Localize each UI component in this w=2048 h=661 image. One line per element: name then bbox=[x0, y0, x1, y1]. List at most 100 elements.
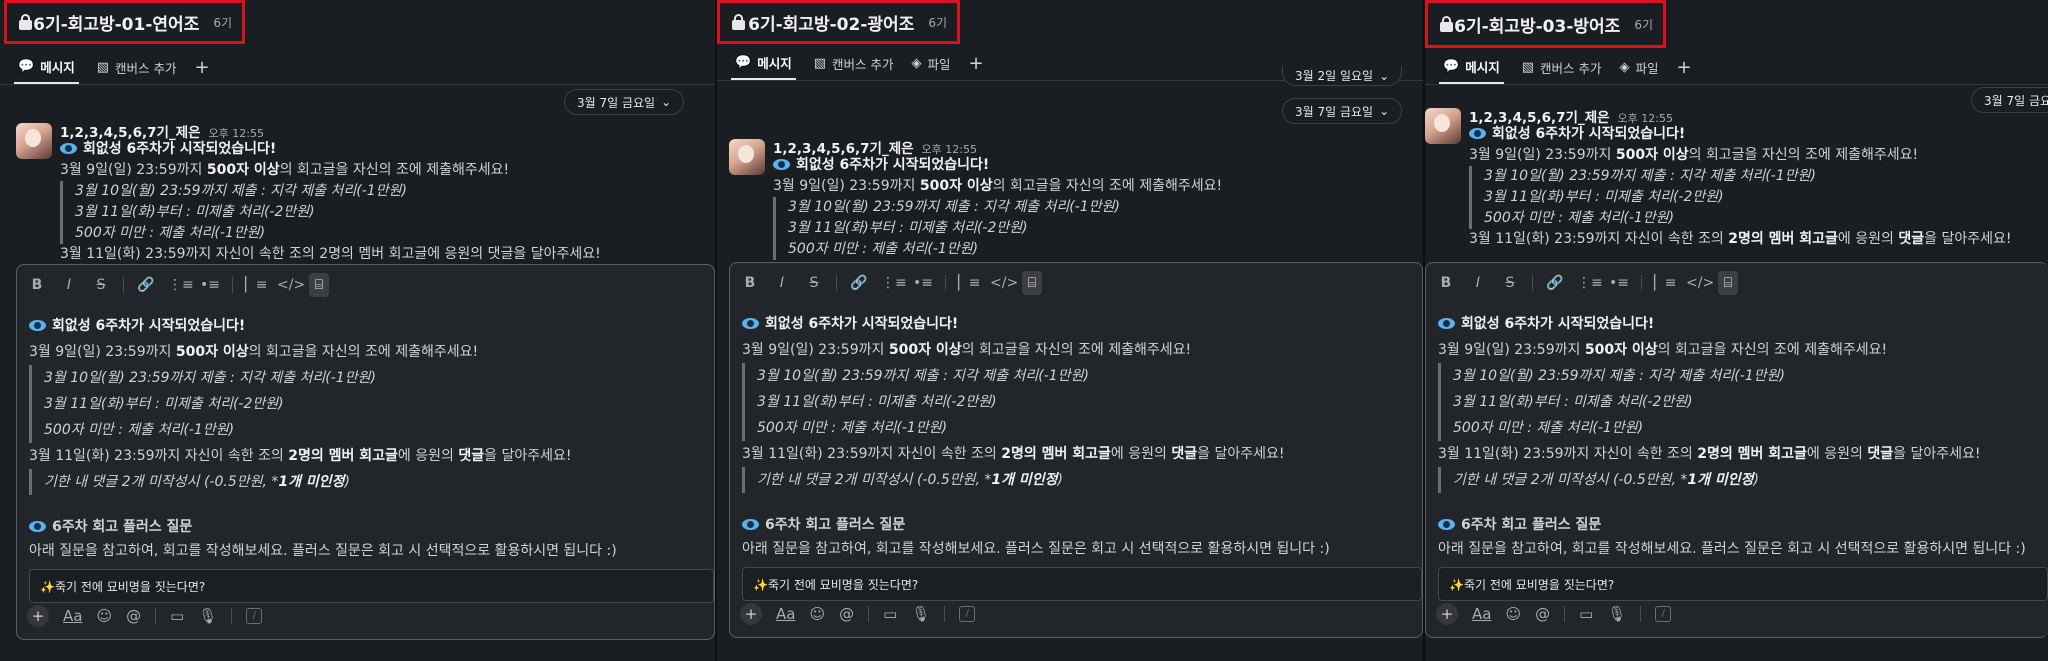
code-icon[interactable]: </> bbox=[1686, 275, 1714, 291]
emoji-icon[interactable]: ☺ bbox=[96, 607, 112, 625]
message-text: 3월 11일(화) 23:59까지 자신이 속한 조의 2명의 멤버 회고글에 … bbox=[60, 246, 601, 262]
formatting-toggle-icon[interactable]: Aa bbox=[1472, 605, 1491, 623]
italic-icon[interactable]: I bbox=[1468, 275, 1488, 291]
code-block[interactable]: ✨죽기 전에 묘비명을 짓는다면? bbox=[29, 569, 714, 603]
bulleted-list-icon[interactable]: •≡ bbox=[1609, 275, 1629, 291]
code-block[interactable]: ✨죽기 전에 묘비명을 짓는다면? bbox=[742, 567, 1422, 601]
blockquote-icon[interactable]: ▏≡ bbox=[1654, 275, 1677, 291]
message-quote: 3월 10일(월) 23:59까지 제출 : 지각 제출 처리(-1만원) 3월… bbox=[60, 181, 715, 244]
strikethrough-icon[interactable]: S bbox=[1500, 275, 1520, 291]
shortcut-icon[interactable]: / bbox=[959, 606, 976, 622]
tab-files[interactable]: ◈ 파일 bbox=[1619, 50, 1658, 84]
numbered-list-icon[interactable]: ⋮≡ bbox=[1577, 275, 1603, 291]
code-icon[interactable]: </> bbox=[277, 277, 305, 293]
numbered-list-icon[interactable]: ⋮≡ bbox=[168, 277, 194, 293]
plus-question-description: 아래 질문을 참고하여, 회고를 작성해보세요. 플러스 질문은 회고 시 선택… bbox=[742, 541, 1330, 557]
rule-line: 3월 10일(월) 23:59까지 제출 : 지각 제출 처리(-1만원) bbox=[44, 370, 376, 386]
penalty-bold-text: 1개 미인정 bbox=[991, 472, 1058, 488]
plus-icon[interactable]: + bbox=[1436, 603, 1458, 625]
composer-content[interactable]: 회없성 6주차가 시작되었습니다! 3월 9일(일) 23:59까지 500자 … bbox=[742, 311, 1422, 601]
microphone-icon[interactable]: 🎙 bbox=[911, 605, 930, 623]
emoji-icon[interactable]: ☺ bbox=[809, 605, 825, 623]
tab-files[interactable]: ◈ 파일 bbox=[911, 46, 950, 80]
composer-content[interactable]: 회없성 6주차가 시작되었습니다! 3월 9일(일) 23:59까지 500자 … bbox=[1438, 311, 2048, 601]
composer-quote: 3월 10일(월) 23:59까지 제출 : 지각 제출 처리(-1만원) 3월… bbox=[742, 363, 1422, 441]
link-icon[interactable]: 🔗 bbox=[1545, 275, 1565, 291]
code-block-icon[interactable]: ⌸ bbox=[1718, 271, 1738, 295]
toolbar-divider bbox=[1564, 606, 1566, 622]
shortcut-icon[interactable]: / bbox=[1655, 606, 1672, 622]
plus-question-heading: 6주차 회고 플러스 질문 bbox=[1461, 517, 1602, 533]
plus-icon[interactable]: + bbox=[27, 605, 49, 627]
bold-icon[interactable]: B bbox=[27, 277, 47, 293]
bold-icon[interactable]: B bbox=[740, 275, 760, 291]
microphone-icon[interactable]: 🎙 bbox=[1607, 605, 1626, 623]
message-composer[interactable]: B I S 🔗 ⋮≡ •≡ ▏≡ </> ⌸ 회없성 6주차가 시작되었습니다!… bbox=[1425, 262, 2048, 638]
rule-line: 3월 11일(화)부터 : 미제출 처리(-2만원) bbox=[75, 204, 315, 220]
link-icon[interactable]: 🔗 bbox=[136, 277, 156, 293]
video-icon[interactable]: ▭ bbox=[1579, 605, 1593, 623]
blockquote-icon[interactable]: ▏≡ bbox=[958, 275, 981, 291]
date-divider-pill[interactable]: 3월 2일 일요일 ⌄ bbox=[1282, 66, 1403, 86]
message-author[interactable]: 1,2,3,4,5,6,7기_제은 bbox=[60, 121, 201, 141]
message-text: 을 달아주세요! bbox=[1924, 231, 2012, 247]
message-composer[interactable]: B I S 🔗 ⋮≡ •≡ ▏≡ </> ⌸ 회없성 6주차가 시작되었습니다!… bbox=[729, 262, 1423, 638]
video-icon[interactable]: ▭ bbox=[883, 605, 897, 623]
composer-content[interactable]: 회없성 6주차가 시작되었습니다! 3월 9일(일) 23:59까지 500자 … bbox=[29, 313, 714, 603]
add-tab-button[interactable]: + bbox=[1677, 50, 1692, 84]
tab-messages[interactable]: 💬 메시지 bbox=[14, 50, 79, 84]
link-icon[interactable]: 🔗 bbox=[849, 275, 869, 291]
video-icon[interactable]: ▭ bbox=[170, 607, 184, 625]
italic-icon[interactable]: I bbox=[59, 277, 79, 293]
rule-line: 500자 미만 : 제출 처리(-1만원) bbox=[75, 225, 266, 241]
italic-icon[interactable]: I bbox=[772, 275, 792, 291]
add-tab-button[interactable]: + bbox=[194, 50, 209, 84]
date-divider-pill[interactable]: 3월 7일 금요일 ⌄ bbox=[1282, 98, 1403, 124]
blockquote-icon[interactable]: ▏≡ bbox=[245, 277, 268, 293]
message-heading: 회없성 6주차가 시작되었습니다! bbox=[1492, 126, 1686, 142]
mention-icon[interactable]: @ bbox=[126, 607, 141, 625]
strikethrough-icon[interactable]: S bbox=[804, 275, 824, 291]
composer-bold-text: 500자 이상 bbox=[888, 342, 962, 358]
channel-title-highlight[interactable]: 6기-회고방-01-연어조 6기 bbox=[4, 0, 245, 44]
avatar[interactable] bbox=[729, 139, 765, 175]
date-divider-pill[interactable]: 3월 7일 금요일 ⌄ bbox=[564, 89, 685, 115]
tab-add-canvas[interactable]: ▧ 캔버스 추가 bbox=[97, 50, 177, 84]
bold-icon[interactable]: B bbox=[1436, 275, 1456, 291]
emoji-icon[interactable]: ☺ bbox=[1505, 605, 1521, 623]
formatting-toggle-icon[interactable]: Aa bbox=[776, 605, 795, 623]
code-block-icon[interactable]: ⌸ bbox=[309, 273, 329, 297]
strikethrough-icon[interactable]: S bbox=[91, 277, 111, 293]
avatar[interactable] bbox=[16, 123, 52, 159]
mention-icon[interactable]: @ bbox=[1535, 605, 1550, 623]
tab-messages[interactable]: 💬 메시지 bbox=[1439, 50, 1504, 84]
channel-title-highlight[interactable]: 6기-회고방-02-광어조 6기 bbox=[717, 0, 960, 44]
message-body: 1,2,3,4,5,6,7기_제은 오후 12:55 회없성 6주차가 시작되었… bbox=[60, 121, 715, 265]
mention-icon[interactable]: @ bbox=[839, 605, 854, 623]
tab-messages[interactable]: 💬 메시지 bbox=[731, 46, 796, 80]
tab-add-canvas[interactable]: ▧ 캔버스 추가 bbox=[1522, 50, 1602, 84]
eye-emoji-icon bbox=[1438, 318, 1455, 329]
code-block-icon[interactable]: ⌸ bbox=[1022, 271, 1042, 295]
composer-text: 의 회고글을 자신의 조에 제출해주세요! bbox=[961, 342, 1192, 358]
code-icon[interactable]: </> bbox=[990, 275, 1018, 291]
bulleted-list-icon[interactable]: •≡ bbox=[913, 275, 933, 291]
composer-bold-text: 500자 이상 bbox=[1584, 342, 1658, 358]
channel-title-highlight[interactable]: 6기-회고방-03-방어조 6기 bbox=[1425, 0, 1666, 48]
message-composer[interactable]: B I S 🔗 ⋮≡ •≡ ▏≡ </> ⌸ 회없성 6주차가 시작되었습니다!… bbox=[16, 264, 715, 640]
plus-icon[interactable]: + bbox=[740, 603, 762, 625]
tab-label: 파일 bbox=[1635, 60, 1659, 76]
numbered-list-icon[interactable]: ⋮≡ bbox=[881, 275, 907, 291]
tab-add-canvas[interactable]: ▧ 캔버스 추가 bbox=[814, 46, 894, 80]
code-block[interactable]: ✨죽기 전에 묘비명을 짓는다면? bbox=[1438, 567, 2048, 601]
shortcut-icon[interactable]: / bbox=[246, 608, 263, 624]
bulleted-list-icon[interactable]: •≡ bbox=[200, 277, 220, 293]
message-author[interactable]: 1,2,3,4,5,6,7기_제은 bbox=[773, 137, 914, 157]
add-tab-button[interactable]: + bbox=[969, 46, 984, 80]
date-label: 3월 7일 금요일 bbox=[577, 95, 656, 110]
microphone-icon[interactable]: 🎙 bbox=[198, 607, 217, 625]
avatar[interactable] bbox=[1425, 108, 1461, 144]
formatting-toggle-icon[interactable]: Aa bbox=[63, 607, 82, 625]
message-author[interactable]: 1,2,3,4,5,6,7기_제은 bbox=[1469, 106, 1610, 126]
rule-line: 3월 11일(화)부터 : 미제출 처리(-2만원) bbox=[1484, 189, 1724, 205]
